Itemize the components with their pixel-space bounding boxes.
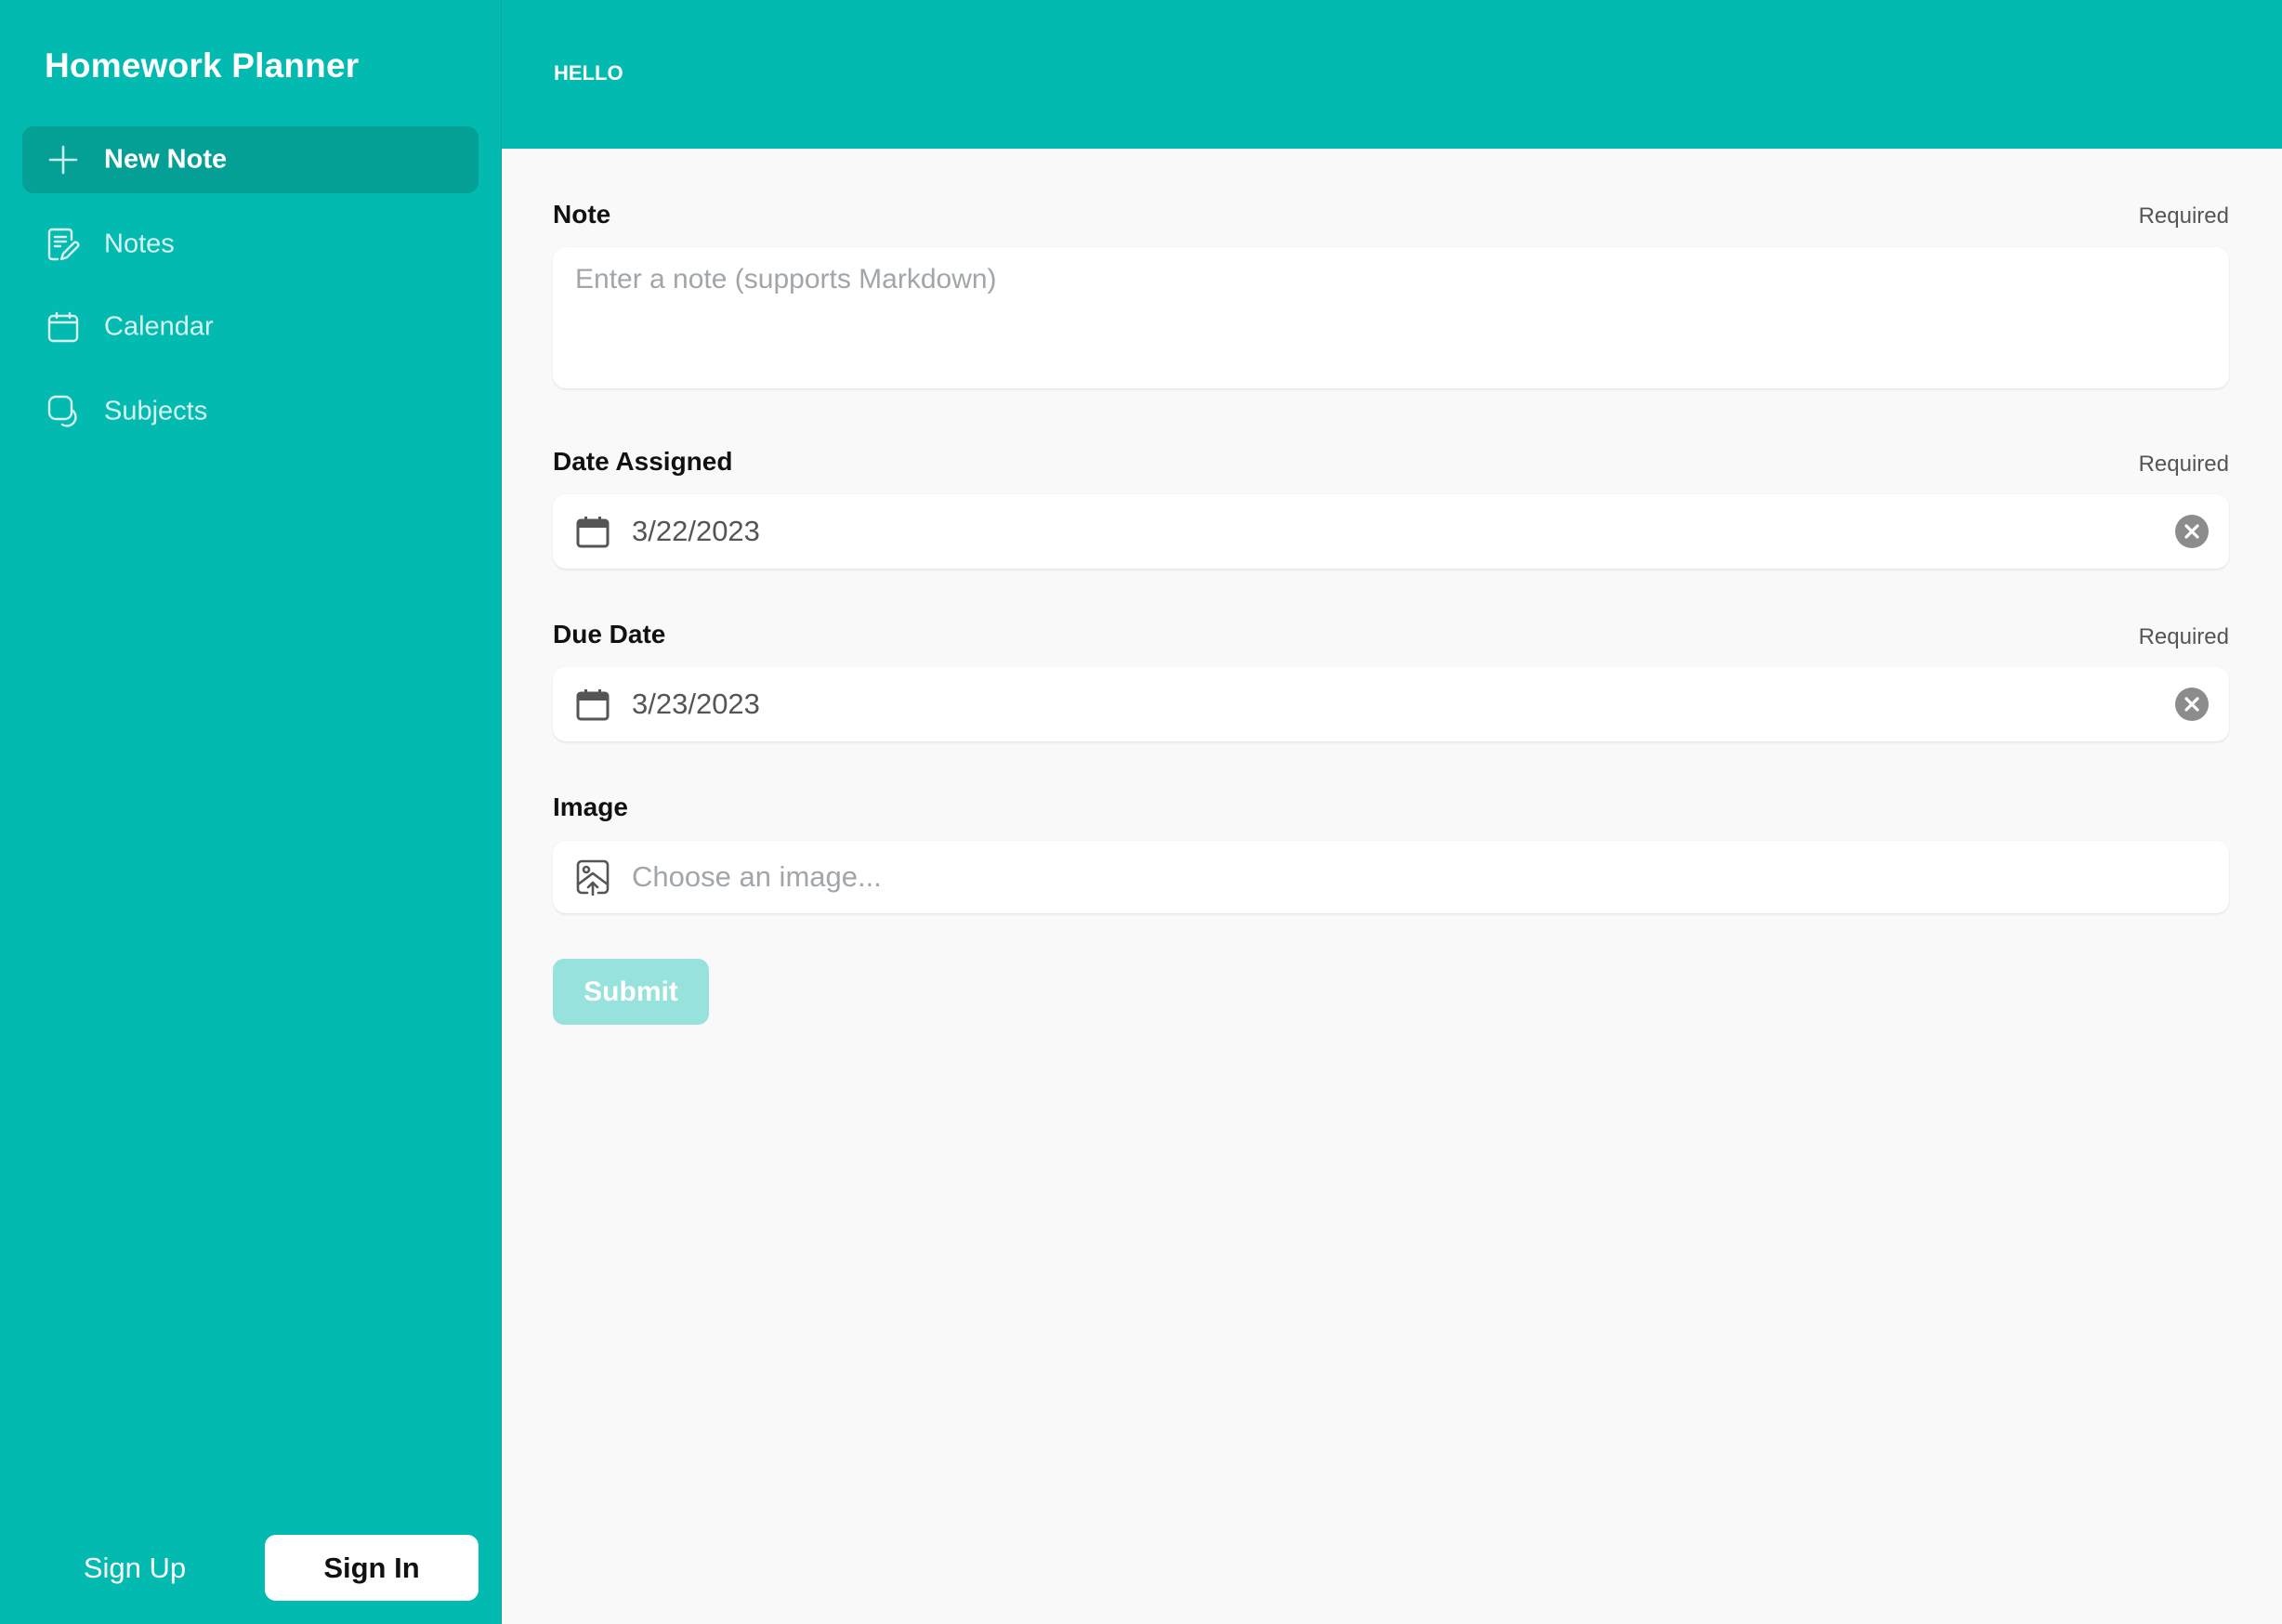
sidebar-item-calendar[interactable]: Calendar <box>22 294 479 360</box>
clear-icon[interactable] <box>2175 515 2209 548</box>
due-date-required-label: Required <box>2138 624 2229 649</box>
image-placeholder: Choose an image... <box>632 860 882 893</box>
subjects-icon <box>46 395 80 428</box>
date-assigned-label: Date Assigned <box>553 447 733 476</box>
calendar-icon <box>575 514 610 549</box>
top-header: HELLO <box>502 0 2282 149</box>
sidebar-item-subjects[interactable]: Subjects <box>22 378 479 445</box>
app-title: Homework Planner <box>45 46 360 85</box>
note-label: Note <box>553 200 611 229</box>
plus-icon <box>46 143 80 177</box>
sidebar: Homework Planner New Note Notes Calendar <box>0 0 502 1624</box>
new-note-form: Note Required Date Assigned Required 3/2… <box>502 149 2282 1624</box>
sign-in-button[interactable]: Sign In <box>265 1535 479 1601</box>
image-upload-field[interactable]: Choose an image... <box>553 841 2229 913</box>
image-upload-icon <box>575 859 610 896</box>
note-textarea[interactable] <box>575 264 2192 366</box>
note-field-container <box>553 247 2229 388</box>
sidebar-item-new-note[interactable]: New Note <box>22 126 479 193</box>
sidebar-item-notes[interactable]: Notes <box>22 211 479 278</box>
sidebar-item-label: Notes <box>104 229 175 259</box>
header-greeting: HELLO <box>554 61 623 85</box>
image-label: Image <box>553 792 628 821</box>
clear-icon[interactable] <box>2175 688 2209 721</box>
due-date-field[interactable]: 3/23/2023 <box>553 667 2229 741</box>
note-required-label: Required <box>2138 203 2229 229</box>
sidebar-item-label: Calendar <box>104 311 214 342</box>
date-assigned-value: 3/22/2023 <box>632 515 760 547</box>
sidebar-item-label: Subjects <box>104 396 208 426</box>
date-assigned-field[interactable]: 3/22/2023 <box>553 494 2229 569</box>
due-date-label: Due Date <box>553 620 666 648</box>
submit-button[interactable]: Submit <box>553 959 709 1025</box>
calendar-icon <box>575 687 610 722</box>
due-date-value: 3/23/2023 <box>632 688 760 720</box>
date-assigned-required-label: Required <box>2138 452 2229 477</box>
note-edit-icon <box>46 228 80 261</box>
calendar-icon <box>46 310 80 344</box>
sidebar-item-label: New Note <box>104 144 228 175</box>
sign-up-button[interactable]: Sign Up <box>56 1535 214 1601</box>
